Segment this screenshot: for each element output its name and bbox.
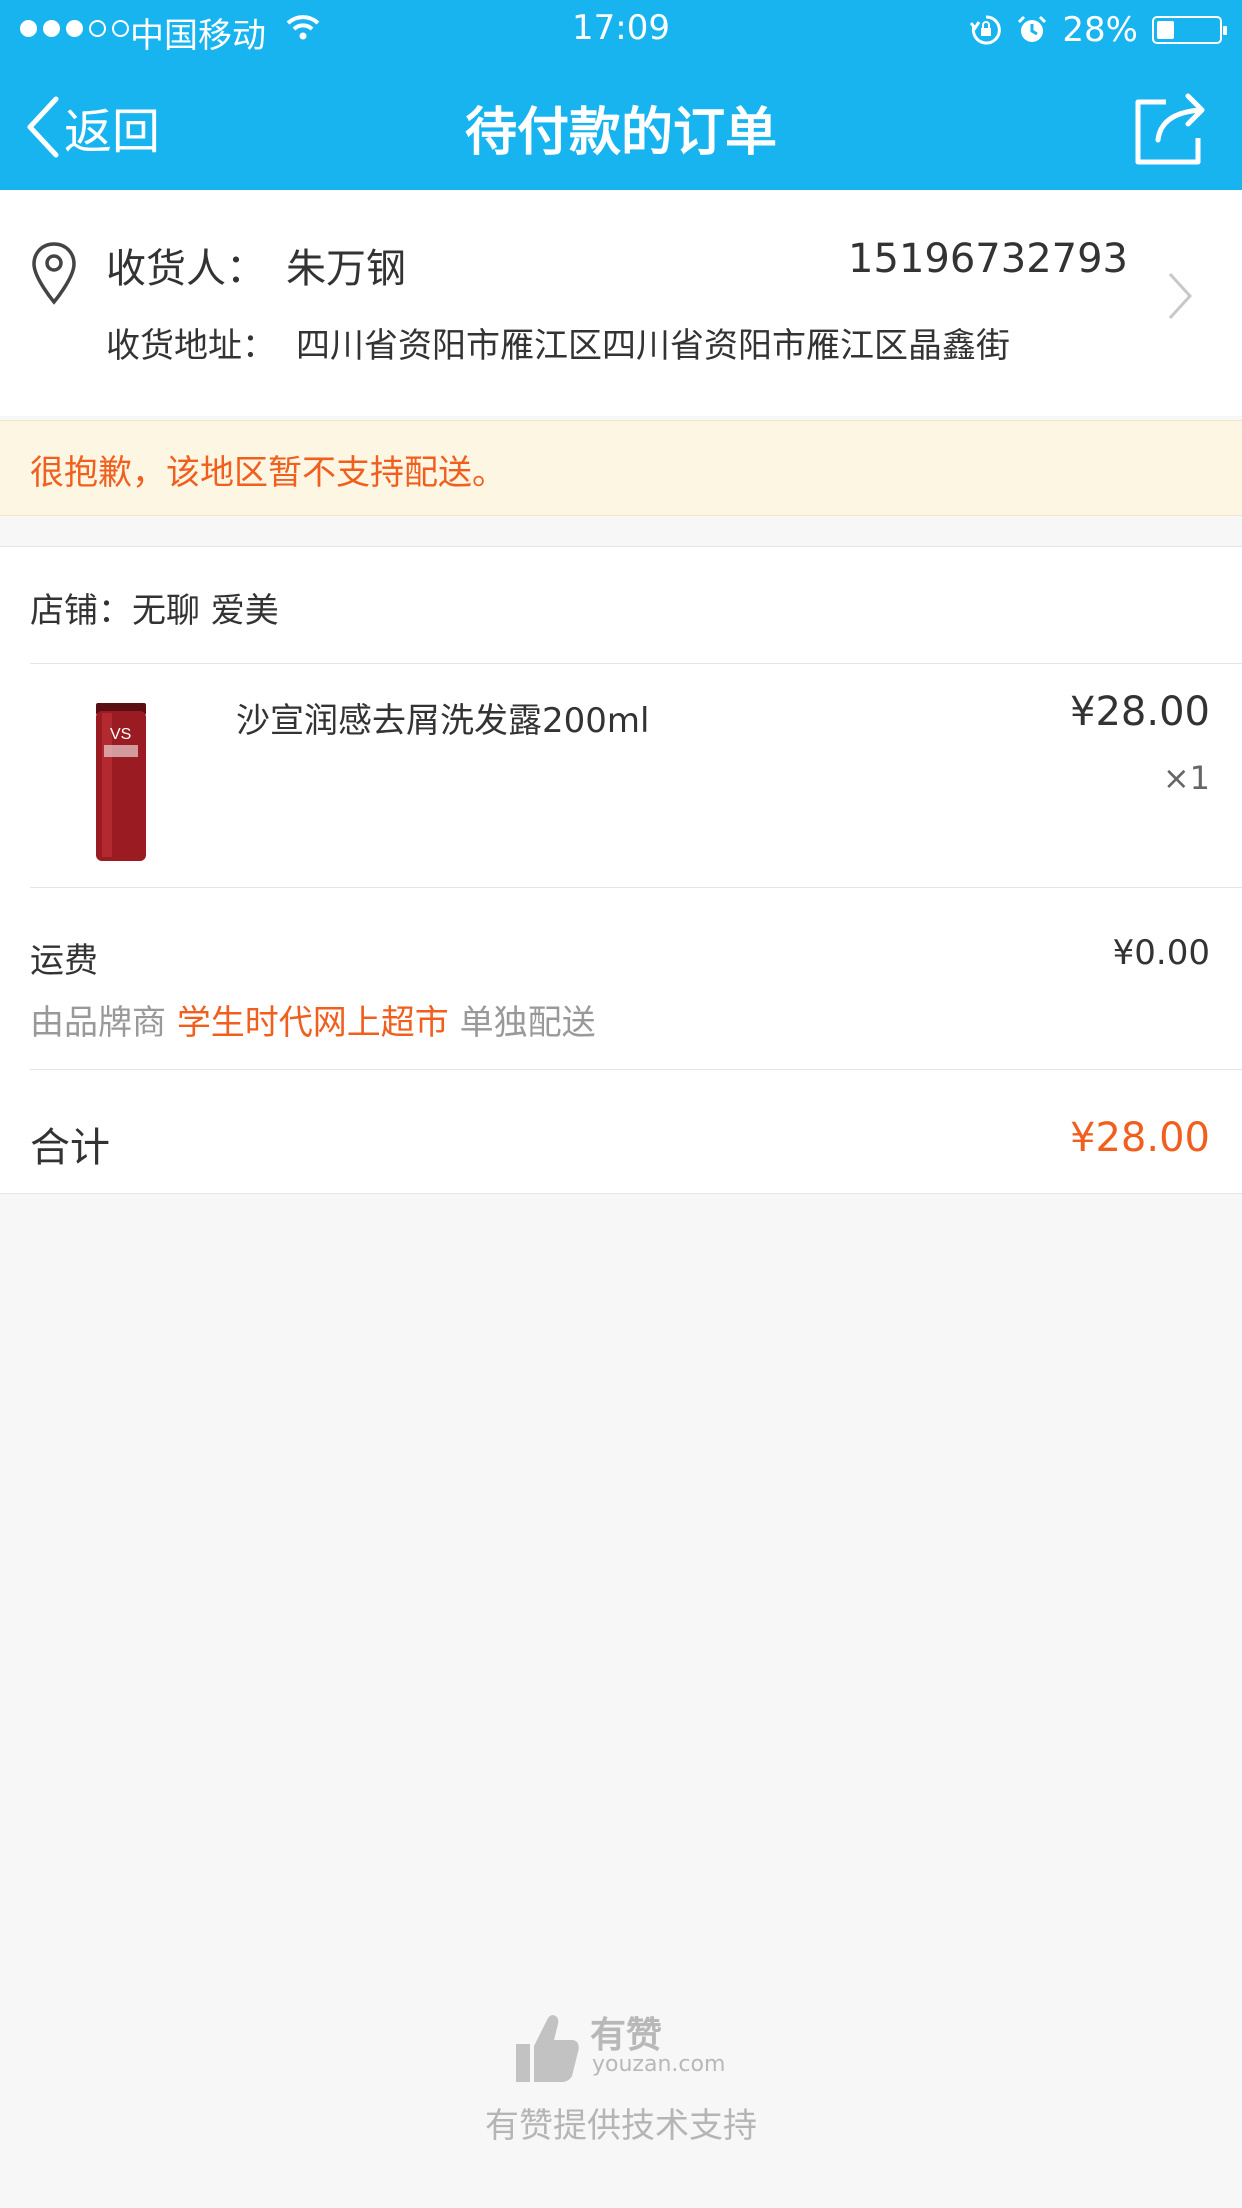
shipping-fee-value: ¥0.00 bbox=[1112, 933, 1210, 973]
location-pin-icon bbox=[32, 242, 76, 305]
product-quantity: ×1 bbox=[1162, 759, 1210, 797]
warning-text: 很抱歉，该地区暂不支持配送。 bbox=[30, 453, 506, 493]
youzan-logo: 有赞 youzan.com bbox=[512, 2006, 738, 2086]
shipping-note-prefix: 由品牌商 bbox=[30, 1003, 166, 1043]
shipping-brand-link[interactable]: 学生时代网上超市 bbox=[177, 1003, 449, 1043]
order-card: 店铺：无聊 爱美 VS 沙宣润感去屑洗发露200ml ¥28.00 ×1 运费 … bbox=[0, 546, 1242, 1194]
chevron-right-icon bbox=[1168, 272, 1193, 320]
divider bbox=[30, 887, 1242, 888]
status-bar: 中国移动 17:09 28% bbox=[0, 0, 1242, 60]
top-bar: 中国移动 17:09 28% 返回 待付款的订单 bbox=[0, 0, 1242, 190]
recipient-label: 收货人： bbox=[106, 246, 266, 292]
thumbs-up-logo-icon bbox=[516, 2015, 579, 2082]
shampoo-bottle-image: VS bbox=[96, 703, 146, 861]
product-name[interactable]: 沙宣润感去屑洗发露200ml bbox=[236, 693, 649, 742]
battery-icon bbox=[1152, 16, 1227, 44]
divider bbox=[30, 663, 1242, 664]
recipient-phone: 15196732793 bbox=[848, 236, 1128, 282]
shipping-note-suffix: 单独配送 bbox=[459, 1003, 596, 1043]
shipping-address[interactable]: 收货人： 朱万钢 15196732793 收货地址： 四川省资阳市雁江区四川省资… bbox=[0, 190, 1242, 416]
logo-domain: youzan.com bbox=[592, 2052, 726, 2077]
battery-percent: 28% bbox=[1062, 10, 1138, 50]
svg-text:VS: VS bbox=[110, 726, 131, 743]
status-right: 28% bbox=[970, 10, 1227, 50]
powered-by: 有赞提供技术支持 bbox=[485, 2106, 757, 2146]
logo-text: 有赞 bbox=[590, 2015, 663, 2056]
product-image[interactable]: VS bbox=[30, 691, 210, 871]
shipping-note: 由品牌商 学生时代网上超市 单独配送 bbox=[30, 995, 596, 1044]
recipient-name: 朱万钢 bbox=[286, 246, 406, 292]
product-price: ¥28.00 bbox=[1070, 689, 1210, 735]
lock-rotation-icon bbox=[970, 15, 1002, 45]
delivery-warning: 很抱歉，该地区暂不支持配送。 bbox=[0, 420, 1242, 516]
total-value: ¥28.00 bbox=[1070, 1115, 1210, 1161]
shipping-fee-label: 运费 bbox=[30, 941, 98, 981]
page-title: 待付款的订单 bbox=[464, 103, 777, 163]
address-text: 四川省资阳市雁江区四川省资阳市雁江区晶鑫街 bbox=[296, 326, 1010, 366]
shop-name: 店铺：无聊 爱美 bbox=[30, 591, 279, 631]
address-label: 收货地址： bbox=[106, 326, 276, 366]
total-label: 合计 bbox=[30, 1125, 110, 1171]
divider bbox=[30, 1069, 1242, 1070]
alarm-icon bbox=[1018, 15, 1047, 42]
share-icon[interactable] bbox=[1130, 88, 1210, 168]
